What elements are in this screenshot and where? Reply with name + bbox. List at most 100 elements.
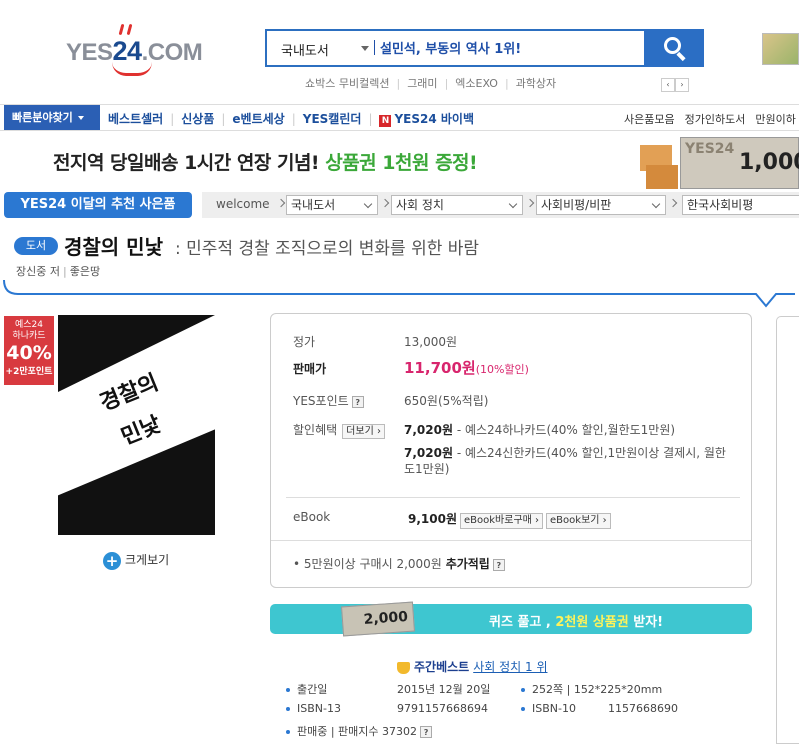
chevron-down-icon[interactable] (361, 46, 369, 51)
quick-category-button[interactable]: 빠른분야찾기 (4, 105, 100, 130)
help-icon[interactable]: ? (351, 395, 364, 408)
quick-category-label: 빠른분야찾기 (12, 111, 73, 124)
nav-right-menu: 사은품모음 정가인하도서 만원이하 (624, 111, 799, 127)
search-input[interactable] (374, 40, 634, 55)
logo-tick (126, 23, 133, 36)
plus-icon: + (103, 551, 121, 570)
side-panel (776, 316, 799, 744)
crown-icon (397, 661, 410, 674)
gift-card-brand: YES24 (685, 141, 735, 157)
nav-right-item[interactable]: 만원이하 (755, 113, 795, 126)
weekly-rank-link[interactable]: 사회 정치 1 위 (473, 660, 547, 674)
isbn13-row: ISBN-13 (286, 702, 341, 715)
quiz-text: 퀴즈 풀고 , 2천원 상품권 받자! (489, 611, 663, 630)
discount-desc: - 예스24하나카드(40% 할인,월한도1만원) (453, 423, 676, 437)
gift-card: YES24 1,000 (680, 137, 799, 189)
divider: | (221, 112, 226, 126)
nav-item-new[interactable]: 신상품 (181, 112, 214, 126)
nav-item-bestseller[interactable]: 베스트셀러 (108, 112, 163, 126)
breadcrumb-select-2[interactable]: 사회 정치 (391, 195, 523, 215)
quiz-banner[interactable]: 2,000 퀴즈 풀고 , 2천원 상품권 받자! (270, 601, 752, 637)
chevron-down-icon (508, 199, 518, 209)
nav-right-item[interactable]: 사은품모음 (624, 113, 675, 126)
nav-item-calendar[interactable]: YES캘린더 (303, 112, 362, 126)
ebook-row: eBook (293, 510, 330, 524)
hot-keyword[interactable]: 그래미 (407, 77, 437, 90)
corner-banner-image[interactable] (762, 33, 799, 65)
breadcrumb-level: 사회비평/비판 (541, 198, 612, 212)
new-badge-icon: N (379, 115, 392, 127)
breadcrumb-select-1[interactable]: 국내도서 (286, 195, 378, 215)
badge-line: 하나카드 (12, 331, 46, 341)
chevron-right-icon (380, 198, 390, 208)
pages-value: 252쪽 | 152*225*20mm (532, 683, 663, 696)
zoom-label: 크게보기 (125, 553, 170, 567)
chevron-right-icon (276, 198, 286, 208)
breadcrumb-level: 사회 정치 (396, 198, 444, 212)
chevron-right-icon (668, 198, 678, 208)
zoom-button[interactable]: + 크게보기 (103, 551, 169, 570)
ebook-view-button[interactable]: eBook보기 › (546, 513, 611, 529)
promo-gift-card-image[interactable]: YES24 1,000 (636, 135, 799, 193)
promo-highlight: 상품권 1천원 증정! (325, 152, 478, 174)
sales-row: 판매중 | 판매지수 37302? (286, 723, 433, 739)
hot-keyword[interactable]: 엑소EXO (455, 77, 498, 90)
quiz-text-part: 퀴즈 풀고 , (489, 615, 556, 630)
promo-text: 전지역 당일배송 1시간 연장 기념! (53, 152, 320, 174)
category-badge: 도서 (14, 237, 58, 255)
search-button[interactable] (644, 29, 704, 67)
next-button[interactable]: › (675, 78, 689, 92)
bonus-text: 5만원이상 구매시 2,000원 (303, 557, 442, 571)
isbn10-value: 1157668690 (608, 702, 678, 715)
breadcrumb-select-3[interactable]: 사회비평/비판 (536, 195, 666, 215)
author-link[interactable]: 장신중 저 (16, 265, 60, 278)
hot-keyword[interactable]: 쇼박스 무비컬렉션 (305, 77, 389, 90)
sale-percent: (10%할인) (475, 363, 529, 376)
discount-item: 7,020원 - 예스24신한카드(40% 할인,1만원이상 결제시, 월한 (404, 444, 726, 461)
ebook-price-row: 9,100원 eBook바로구매 › eBook보기 › (408, 510, 611, 529)
badge-percent: 40% (6, 342, 52, 364)
discount-row: 할인혜택 더보기 › (293, 421, 385, 439)
promo-banner-text[interactable]: 전지역 당일배송 1시간 연장 기념! 상품권 1천원 증정! (53, 148, 478, 175)
discount-desc-cont: 도1만원) (404, 462, 450, 476)
nav-item-event[interactable]: e벤트세상 (232, 112, 284, 126)
nav-item-buyback[interactable]: YES24 바이백 (394, 112, 474, 126)
info-label: 출간일 (297, 683, 328, 696)
divider: | (62, 265, 67, 278)
more-button[interactable]: 더보기 › (342, 424, 385, 439)
price-box: 정가 13,000원 판매가 11,700원(10%할인) YES포인트? 65… (270, 313, 752, 588)
ebook-label: eBook (293, 510, 331, 524)
author-line: 장신중 저 | 좋은땅 (16, 263, 100, 279)
discount-price: 7,020원 (404, 446, 453, 460)
points-label: YES포인트 (293, 394, 349, 408)
sale-price-amount: 11,700원 (404, 359, 476, 377)
search-category-select[interactable]: 국내도서 (281, 40, 329, 59)
help-icon[interactable]: ? (492, 558, 505, 571)
pub-date-row: 출간일 (286, 681, 327, 697)
hot-keyword[interactable]: 과학상자 (516, 77, 556, 90)
ebook-buy-button[interactable]: eBook바로구매 › (460, 513, 544, 529)
monthly-gift-button[interactable]: YES24 이달의 추천 사은품 (4, 192, 192, 218)
divider: | (444, 77, 449, 90)
publisher-link[interactable]: 좋은땅 (70, 265, 100, 278)
book-cover-image[interactable]: 경찰의 민낯 (58, 315, 215, 535)
isbn13-value: 9791157668694 (397, 702, 488, 715)
breadcrumb-select-4[interactable]: 한국사회비평 (682, 195, 799, 215)
chevron-down-icon (363, 199, 373, 209)
prev-button[interactable]: ‹ (661, 78, 675, 92)
chevron-right-icon (525, 198, 535, 208)
nav-menu: 베스트셀러 | 신상품 | e벤트세상 | YES캘린더 | N YES24 바이백 (108, 110, 474, 127)
badge-extra: +2만포인트 (5, 367, 53, 377)
pages-row: 252쪽 | 152*225*20mm (521, 681, 662, 697)
breadcrumb-welcome[interactable]: welcome (216, 197, 270, 211)
discount-price: 7,020원 (404, 423, 453, 437)
points-value: 650원(5%적립) (404, 394, 489, 408)
yes24-logo[interactable]: YES24.COM (66, 23, 206, 76)
nav-right-item[interactable]: 정가인하도서 (685, 113, 746, 126)
breadcrumb-level: 국내도서 (291, 198, 336, 212)
list-price-value: 13,000원 (404, 335, 458, 349)
card-discount-badge[interactable]: 예스24 하나카드 40% +2만포인트 (4, 316, 54, 385)
weekly-best: 주간베스트 사회 정치 1 위 (397, 658, 547, 675)
divider: | (396, 77, 401, 90)
help-icon[interactable]: ? (420, 726, 433, 738)
